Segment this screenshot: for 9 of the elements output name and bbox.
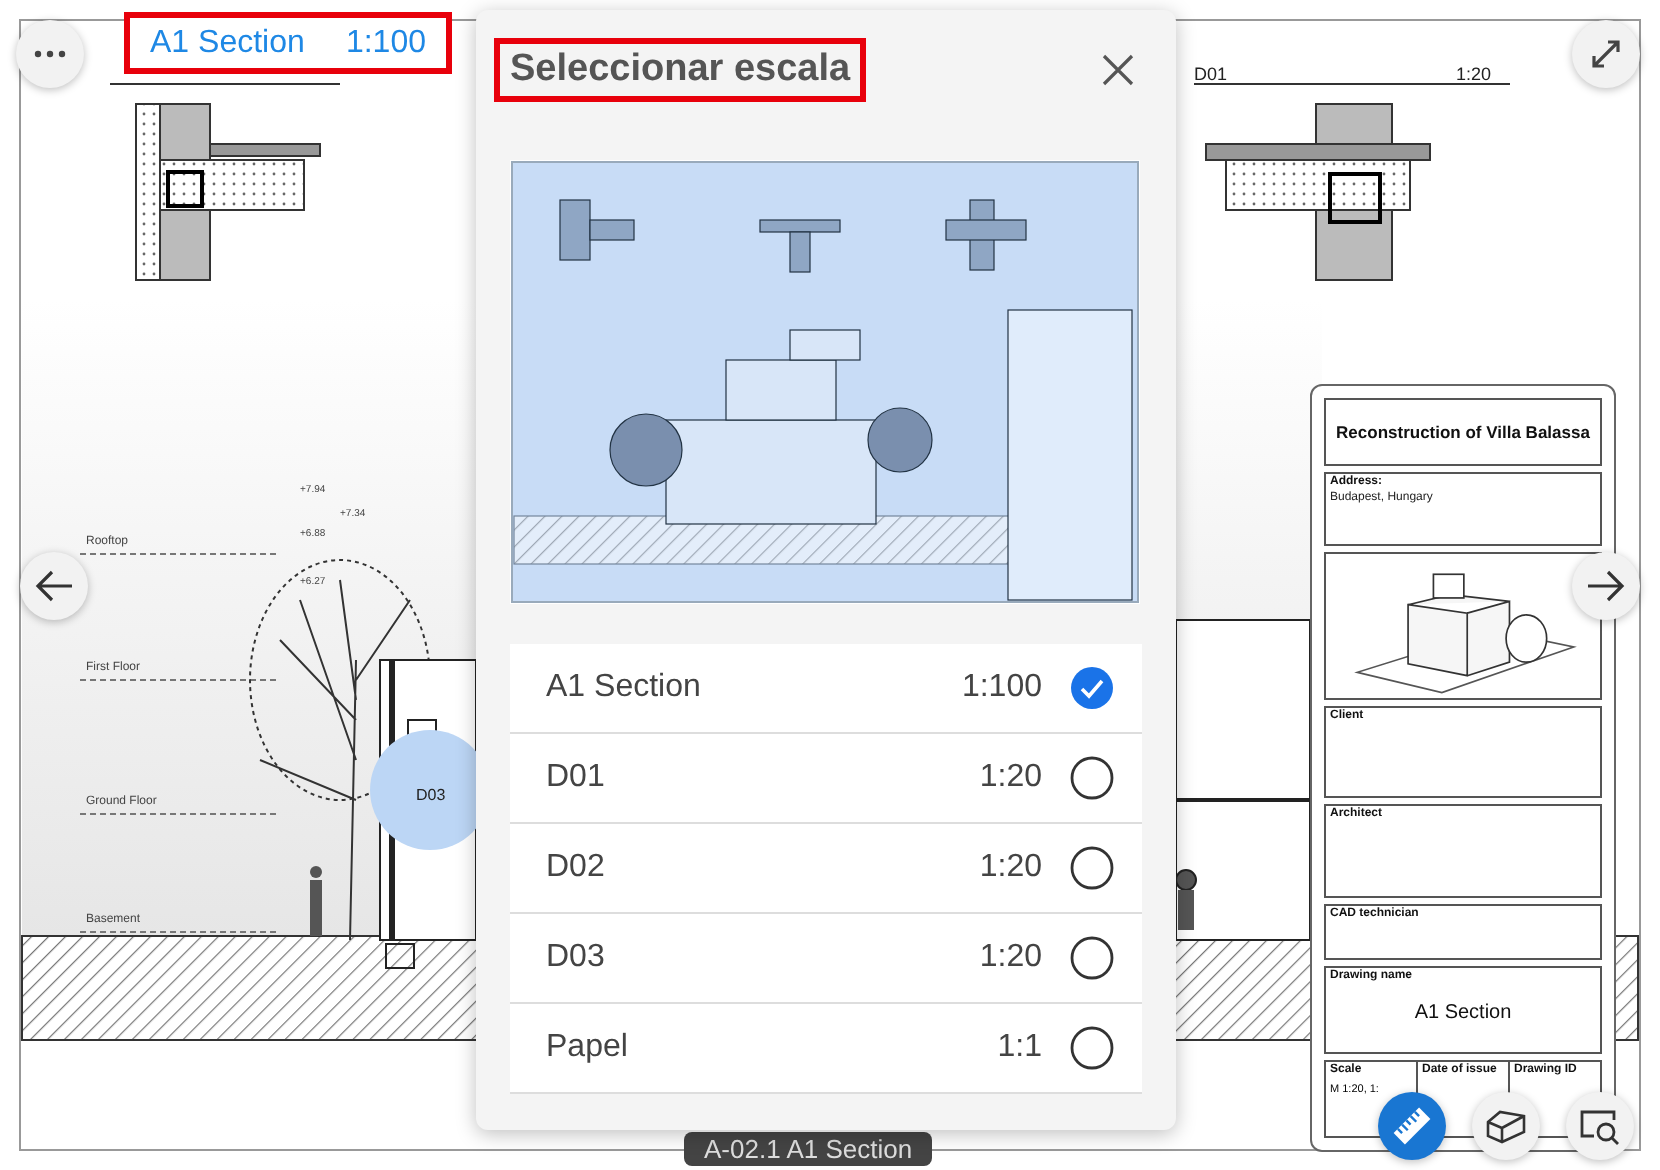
project-title: Reconstruction of Villa Balassa [1324,398,1602,466]
view-scale: 1:100 [345,25,426,61]
view-name: A1 Section [150,25,305,61]
dialog-title: Seleccionar escala [494,38,867,102]
detail-scale: 1:20 [1456,64,1492,84]
detail-label: D01 [1194,64,1228,84]
drawing-name-text: A1 Section [1412,1001,1514,1024]
sheet-name-label: A-02.1 A1 Section [684,1132,933,1166]
detail-marker-label: D03 [416,786,446,804]
